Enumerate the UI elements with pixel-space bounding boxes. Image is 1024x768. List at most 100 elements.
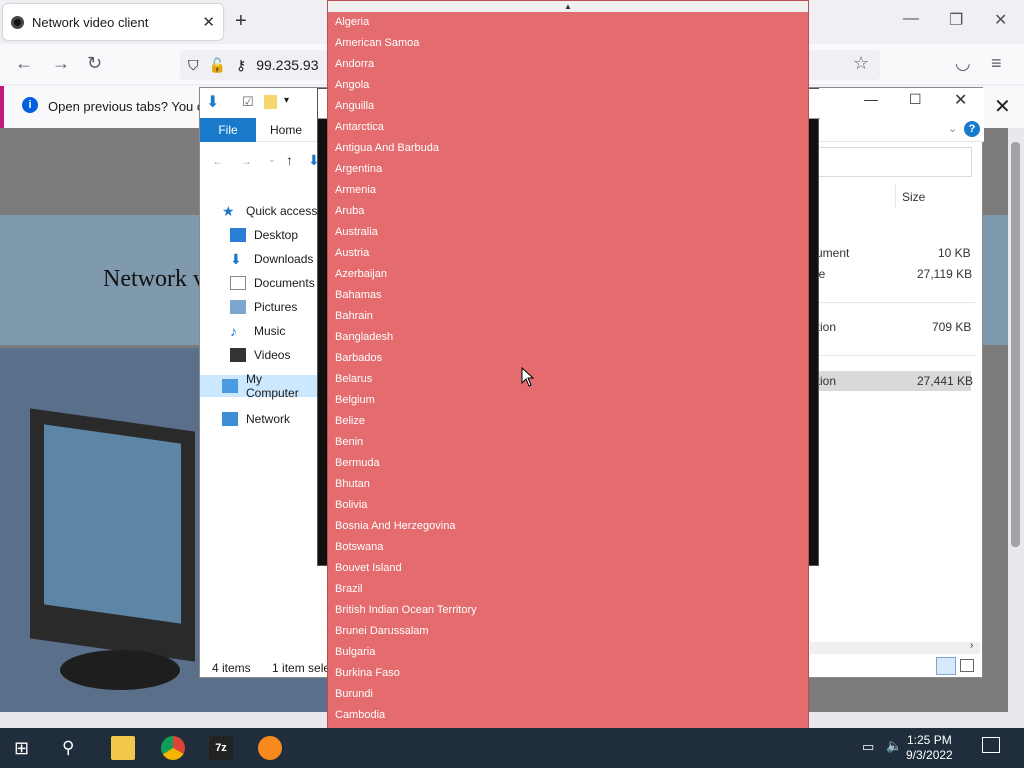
insecure-lock-icon[interactable]: 🔓 — [209, 57, 226, 74]
bookmark-star-icon[interactable]: ☆ — [853, 53, 869, 74]
country-dropdown-list[interactable]: ▲ Algeria American Samoa Andorra Angola Angu… — [327, 0, 809, 768]
dropdown-option[interactable]: American Samoa — [328, 33, 808, 54]
menu-icon[interactable]: ≡ — [991, 53, 1002, 74]
nav-documents[interactable]: Documents — [230, 276, 315, 290]
dropdown-option[interactable]: Bahamas — [328, 285, 808, 306]
dropdown-option[interactable]: Australia — [328, 222, 808, 243]
nav-videos[interactable]: Videos — [230, 348, 290, 362]
dropdown-option[interactable]: Bulgaria — [328, 642, 808, 663]
nav-my-computer[interactable]: My Computer — [200, 372, 318, 400]
search-input[interactable] — [814, 147, 972, 177]
taskbar-clock[interactable]: 1:25 PM 9/3/2022 — [906, 733, 953, 763]
dropdown-option[interactable]: Bangladesh — [328, 327, 808, 348]
explorer-back-icon[interactable]: ← — [212, 154, 224, 168]
notifications-icon[interactable] — [982, 737, 1000, 753]
home-tab[interactable]: Home — [270, 123, 302, 137]
dropdown-option[interactable]: Bhutan — [328, 474, 808, 495]
key-icon[interactable]: ⚷ — [236, 57, 246, 74]
ribbon-expand-icon[interactable]: ⌄ — [948, 122, 957, 135]
dropdown-option[interactable]: Angola — [328, 75, 808, 96]
nav-quick-access[interactable]: ★ Quick access — [222, 204, 317, 218]
nav-desktop[interactable]: Desktop — [230, 228, 298, 242]
dropdown-option[interactable]: Bosnia And Herzegovina — [328, 516, 808, 537]
dropdown-option[interactable]: Aruba — [328, 201, 808, 222]
dropdown-option[interactable]: Antigua And Barbuda — [328, 138, 808, 159]
dropdown-option[interactable]: Belarus — [328, 369, 808, 390]
dropdown-option[interactable]: Belgium — [328, 390, 808, 411]
network-tray-icon[interactable]: ▭ — [862, 739, 874, 755]
url-text[interactable]: 99.235.93 — [256, 57, 318, 73]
dropdown-option[interactable]: Argentina — [328, 159, 808, 180]
recent-locations-icon[interactable]: ⌄ — [268, 154, 276, 165]
dropdown-option[interactable]: Cambodia — [328, 705, 808, 726]
column-size-header[interactable]: Size — [902, 190, 925, 204]
chrome-icon[interactable] — [161, 736, 185, 760]
dropdown-option[interactable]: Botswana — [328, 537, 808, 558]
dropdown-option[interactable]: British Indian Ocean Territory — [328, 600, 808, 621]
window-close-icon[interactable]: ✕ — [994, 10, 1007, 30]
dropdown-option[interactable]: Barbados — [328, 348, 808, 369]
explorer-forward-icon[interactable]: → — [240, 154, 252, 168]
7zip-icon[interactable]: 7z — [209, 736, 233, 760]
minimize-icon[interactable]: — — [903, 10, 919, 28]
dropdown-option[interactable]: Brunei Darussalam — [328, 621, 808, 642]
file-size[interactable]: 709 KB — [932, 320, 971, 334]
column-divider[interactable] — [895, 184, 896, 208]
dropdown-option[interactable]: Bermuda — [328, 453, 808, 474]
dropdown-option[interactable]: Andorra — [328, 54, 808, 75]
details-view-icon[interactable] — [936, 657, 956, 675]
dropdown-option[interactable]: Burkina Faso — [328, 663, 808, 684]
dropdown-option[interactable]: Austria — [328, 243, 808, 264]
dropdown-option[interactable]: Algeria — [328, 12, 808, 33]
dropdown-option[interactable]: Azerbaijan — [328, 264, 808, 285]
pocket-icon[interactable]: ◡ — [955, 53, 971, 74]
nav-music[interactable]: ♪ Music — [230, 324, 285, 338]
restore-icon[interactable]: ❐ — [949, 10, 963, 30]
firefox-icon[interactable] — [258, 736, 282, 760]
dropdown-option[interactable]: Anguilla — [328, 96, 808, 117]
explorer-maximize-icon[interactable]: ☐ — [909, 91, 922, 108]
help-icon[interactable]: ? — [964, 121, 980, 137]
start-button-icon[interactable]: ⊞ — [14, 736, 38, 760]
volume-tray-icon[interactable]: 🔈 — [886, 738, 902, 754]
shield-icon[interactable]: ⛉ — [188, 57, 199, 74]
browser-tab[interactable]: Network video client ✕ — [3, 4, 223, 40]
up-icon[interactable]: ↑ — [286, 152, 293, 168]
file-explorer-icon[interactable] — [111, 736, 135, 760]
new-tab-icon[interactable]: + — [235, 10, 247, 33]
dropdown-option[interactable]: Armenia — [328, 180, 808, 201]
dropdown-option[interactable]: Bolivia — [328, 495, 808, 516]
explorer-horizontal-scrollbar[interactable] — [810, 642, 980, 654]
properties-icon[interactable]: ☑ — [242, 94, 254, 110]
dropdown-option[interactable]: Belize — [328, 411, 808, 432]
nav-downloads[interactable]: ⬇ Downloads — [230, 252, 313, 266]
explorer-minimize-icon[interactable]: — — [864, 91, 878, 107]
dropdown-option[interactable]: Bouvet Island — [328, 558, 808, 579]
back-icon[interactable]: ← — [15, 53, 33, 74]
large-icons-view-icon[interactable] — [960, 659, 974, 672]
dropdown-option[interactable]: Benin — [328, 432, 808, 453]
search-icon[interactable]: ⚲ — [62, 736, 86, 760]
tab-close-icon[interactable]: ✕ — [202, 13, 215, 31]
download-arrow-icon[interactable]: ⬇ — [206, 92, 219, 112]
scroll-up-arrow-icon[interactable]: ▲ — [328, 1, 808, 12]
explorer-close-icon[interactable]: ✕ — [954, 90, 967, 110]
page-scroll-thumb[interactable] — [1011, 142, 1020, 547]
dropdown-option[interactable]: Brazil — [328, 579, 808, 600]
qat-dropdown-icon[interactable]: ▾ — [284, 95, 289, 106]
scroll-right-icon[interactable]: › — [970, 640, 973, 651]
dropdown-option[interactable]: Antarctica — [328, 117, 808, 138]
file-size[interactable]: 27,119 KB — [917, 267, 972, 281]
reload-icon[interactable]: ↻ — [87, 53, 102, 74]
nav-network[interactable]: Network — [222, 412, 290, 426]
nav-pictures[interactable]: Pictures — [230, 300, 297, 314]
folder-icon[interactable] — [264, 95, 277, 109]
file-tab[interactable]: File — [200, 118, 256, 142]
file-size[interactable]: 27,441 KB — [917, 374, 973, 388]
file-size[interactable]: 10 KB — [938, 246, 971, 260]
notification-close-icon[interactable]: ✕ — [994, 94, 1011, 119]
dropdown-option[interactable]: Bahrain — [328, 306, 808, 327]
forward-icon[interactable]: → — [52, 53, 70, 74]
documents-icon — [230, 276, 246, 290]
dropdown-option[interactable]: Burundi — [328, 684, 808, 705]
